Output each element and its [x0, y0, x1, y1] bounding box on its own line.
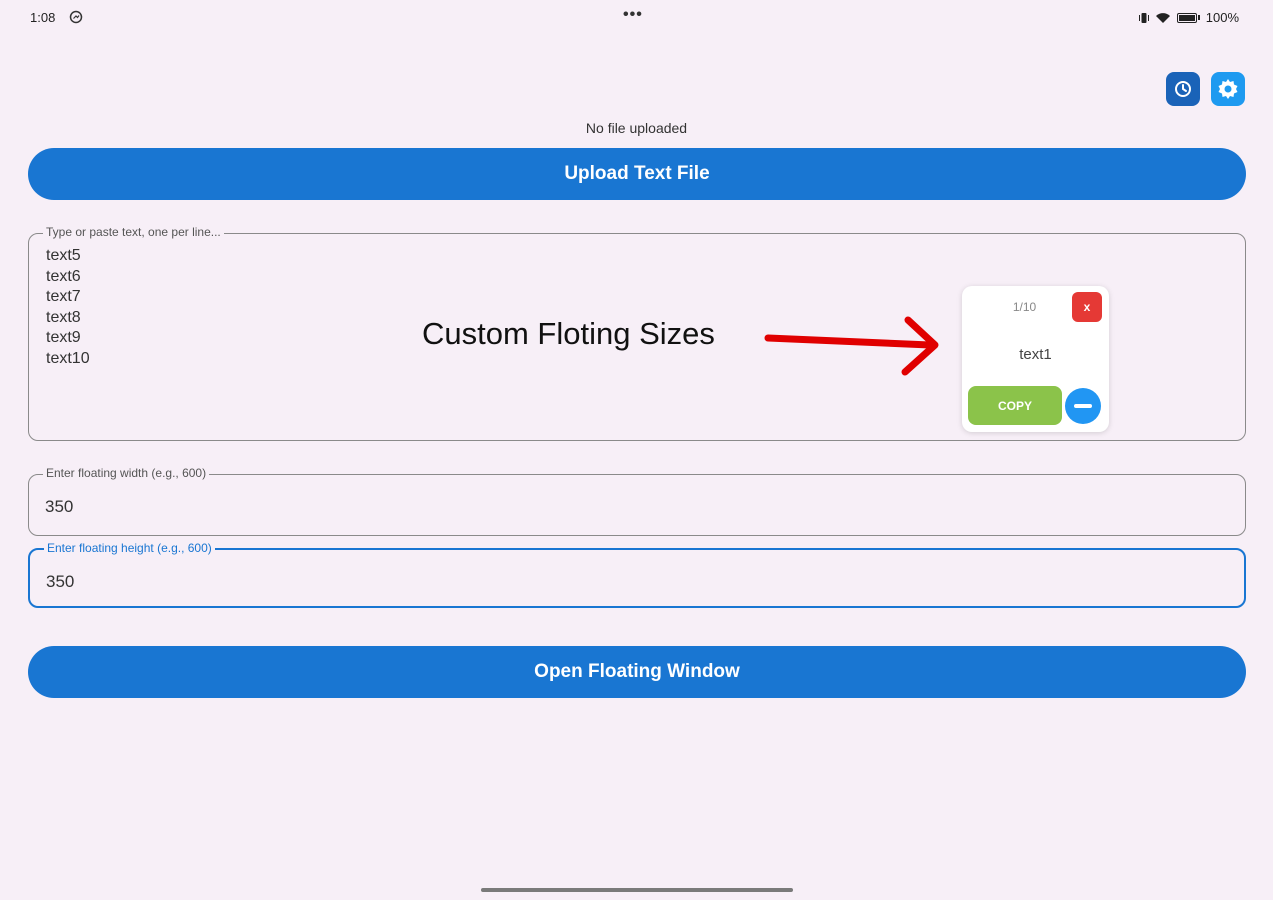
height-field-value: 350	[46, 572, 75, 591]
wifi-icon	[1155, 12, 1170, 23]
width-field-value: 350	[45, 497, 74, 516]
copy-button[interactable]: COPY	[968, 386, 1062, 425]
annotation-text: Custom Floting Sizes	[422, 316, 715, 351]
minimize-button[interactable]	[1065, 388, 1101, 424]
text-line: text5	[46, 247, 81, 264]
chat-icon	[69, 10, 83, 24]
current-text: text1	[1019, 346, 1052, 363]
status-time: 1:08	[30, 10, 56, 25]
home-indicator[interactable]	[481, 888, 793, 892]
battery-percent: 100%	[1205, 10, 1239, 25]
text-line: text6	[46, 267, 81, 285]
file-status-text: No file uploaded	[585, 120, 688, 136]
floating-window-preview: 1/10 x text1 COPY	[962, 286, 1109, 432]
text-input-label: Type or paste text, one per line...	[43, 225, 224, 239]
item-counter: 1/10	[1012, 300, 1037, 314]
vibrate-icon	[1138, 12, 1149, 23]
red-arrow-icon	[764, 316, 939, 376]
gear-icon	[1218, 79, 1238, 99]
window-menu-dots-icon[interactable]: •••	[623, 6, 643, 24]
battery-icon	[1176, 12, 1197, 23]
status-icons: 100%	[1138, 10, 1239, 25]
close-button[interactable]: x	[1072, 292, 1102, 322]
height-field-label: Enter floating height (e.g., 600)	[44, 541, 215, 555]
text-line: text9	[46, 329, 81, 347]
history-icon	[1175, 81, 1191, 97]
floating-width-field[interactable]: Enter floating width (e.g., 600) 350	[28, 466, 1246, 536]
text-line: text8	[46, 308, 81, 326]
text-lines: text5 text6 text7 text8 text9 text10	[46, 246, 90, 370]
minus-icon	[1074, 404, 1092, 408]
history-button[interactable]	[1166, 72, 1200, 106]
settings-button[interactable]	[1211, 72, 1245, 106]
width-field-label: Enter floating width (e.g., 600)	[43, 466, 210, 480]
text-line: text7	[46, 288, 81, 306]
open-floating-window-button[interactable]: Open Floating Window	[28, 646, 1246, 698]
upload-text-file-button[interactable]: Upload Text File	[28, 148, 1246, 200]
floating-height-field[interactable]: Enter floating height (e.g., 600) 350	[28, 541, 1246, 608]
text-line: text10	[46, 349, 90, 367]
